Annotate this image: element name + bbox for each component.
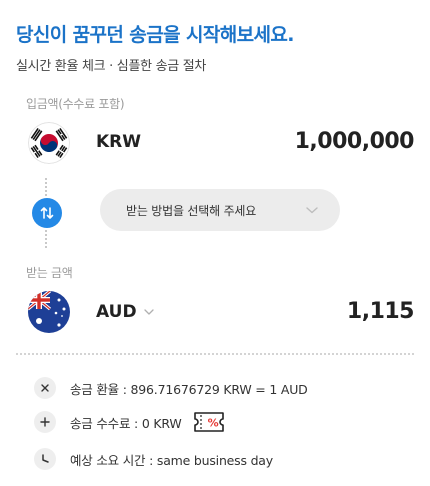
send-currency: KRW: [96, 132, 141, 152]
australia-flag-icon: [28, 291, 70, 333]
receive-currency-select[interactable]: AUD: [96, 302, 155, 322]
connector-dots-top: [45, 178, 47, 196]
coupon-icon[interactable]: %: [192, 411, 226, 433]
exchange-rate-text: 송금 환율 : 896.71676729 KRW = 1 AUD: [70, 381, 308, 397]
fee-row: 송금 수수료 : 0 KRW %: [34, 411, 226, 433]
swap-button[interactable]: [32, 198, 62, 228]
swap-vertical-icon: [40, 207, 54, 219]
receive-amount-label: 받는 금액: [26, 266, 73, 280]
times-icon: [34, 377, 56, 399]
chevron-down-icon: [143, 309, 154, 315]
page-title: 당신이 꿈꾸던 송금을 시작해보세요.: [16, 24, 294, 46]
receive-amount-value: 1,115: [346, 299, 415, 324]
fee-text: 송금 수수료 : 0 KRW: [70, 415, 182, 431]
plus-icon: [34, 411, 56, 433]
send-currency-code: KRW: [96, 132, 142, 152]
delivery-time-text: 예상 소요 시간 : same business day: [70, 452, 273, 468]
exchange-rate-row: 송금 환율 : 896.71676729 KRW = 1 AUD: [34, 377, 308, 399]
receive-currency-code: AUD: [96, 302, 137, 322]
receive-method-select[interactable]: 받는 방법을 선택해 주세요: [100, 189, 340, 231]
svg-text:%: %: [207, 417, 218, 430]
delivery-time-row: 예상 소요 시간 : same business day: [34, 448, 273, 470]
south-korea-flag-icon: [28, 122, 70, 164]
page-subtitle: 실시간 환율 체크 · 심플한 송금 절차: [16, 59, 207, 74]
chevron-down-icon: [306, 207, 318, 214]
send-amount-label: 입금액(수수료 포함): [26, 97, 125, 111]
clock-icon: [34, 448, 56, 470]
divider: [16, 353, 414, 355]
receive-method-placeholder: 받는 방법을 선택해 주세요: [126, 203, 257, 218]
connector-dots-bottom: [45, 230, 47, 248]
send-amount-value[interactable]: 1,000,000: [295, 129, 415, 154]
